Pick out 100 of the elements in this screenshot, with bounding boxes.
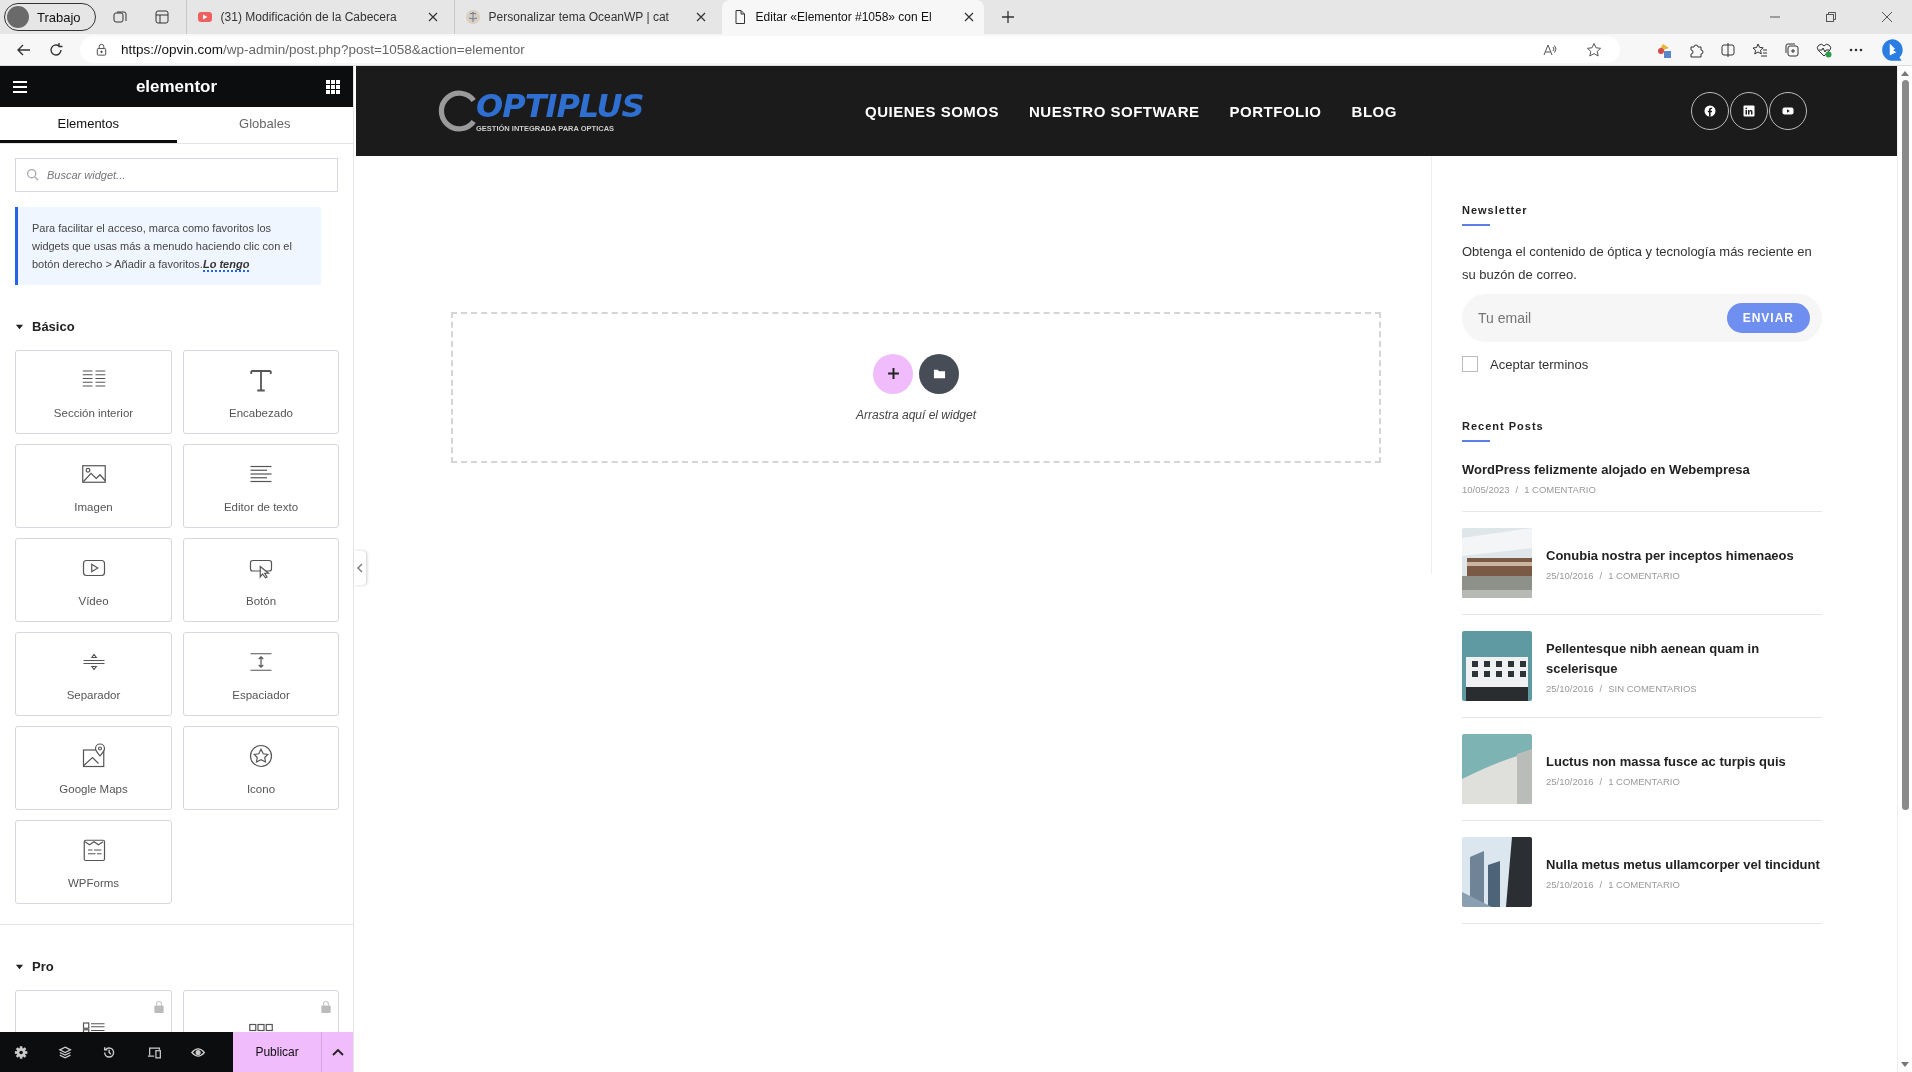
widget-card[interactable]: Separador xyxy=(15,632,172,716)
reload-icon[interactable] xyxy=(48,41,64,58)
widget-card[interactable]: Google Maps xyxy=(15,726,172,810)
avatar-icon xyxy=(7,6,29,28)
post-title-link[interactable]: Conubia nostra per inceptos himenaeos xyxy=(1546,545,1822,566)
post-date: 25/10/2016 xyxy=(1546,878,1594,890)
post-title-link[interactable]: Luctus non massa fusce ac turpis quis xyxy=(1546,751,1822,772)
logo-text: OPTIPLUS xyxy=(476,89,644,122)
close-icon[interactable] xyxy=(963,12,974,22)
brand-logo: elementor xyxy=(135,76,218,97)
meta-separator: / xyxy=(1599,682,1603,694)
post-date: 25/10/2016 xyxy=(1546,682,1594,694)
meta-separator: / xyxy=(1599,878,1603,890)
widget-label: Editor de texto xyxy=(223,501,299,513)
publish-button[interactable]: Publicar xyxy=(233,1032,322,1072)
chevron-left-icon xyxy=(357,563,363,573)
dismiss-link[interactable]: Lo tengo xyxy=(202,258,250,272)
widget-label: Google Maps xyxy=(59,783,128,795)
widget-card[interactable]: Icono xyxy=(183,726,339,810)
facebook-icon xyxy=(1704,105,1716,117)
widget-card[interactable]: Botón xyxy=(183,538,339,622)
linkedin-icon xyxy=(1743,105,1755,117)
workspaces-icon[interactable] xyxy=(111,9,128,25)
brain-icon xyxy=(464,9,481,25)
widget-card[interactable]: Encabezado xyxy=(183,350,339,434)
newsletter-text: Obtenga el contenido de óptica y tecnología más reciente en su buzón de correo. xyxy=(1462,243,1813,284)
puzzle-icon[interactable] xyxy=(1688,41,1704,58)
post-date: 25/10/2016 xyxy=(1546,775,1594,787)
widget-card[interactable]: Editor de texto xyxy=(183,444,339,528)
widget-title: Recent Posts xyxy=(1462,420,1545,432)
close-icon[interactable] xyxy=(695,12,706,22)
widget-label: Sección interior xyxy=(53,407,134,419)
meta-separator: / xyxy=(1599,775,1603,787)
widget-card[interactable]: Vídeo xyxy=(15,538,172,622)
widget-card[interactable]: Espaciador xyxy=(183,632,339,716)
scrollbar[interactable] xyxy=(1897,66,1912,1072)
nav-link[interactable]: QUIENES SOMOS xyxy=(865,102,1000,120)
split-screen-icon[interactable] xyxy=(1720,41,1736,58)
history-icon[interactable] xyxy=(102,1044,117,1060)
widget-label: Icono xyxy=(246,783,276,795)
terms-label: Aceptar terminos xyxy=(1490,356,1589,372)
drop-hint: Arrastra aquí el widget xyxy=(855,407,977,422)
search-field[interactable]: Buscar widget... xyxy=(15,158,338,192)
folder-icon xyxy=(932,367,946,380)
post-title-link[interactable]: Pellentesque nibh aenean quam in scelerisque xyxy=(1546,638,1822,679)
apps-grid-icon[interactable] xyxy=(325,78,341,95)
collections-icon[interactable] xyxy=(1784,41,1800,58)
chat-icon[interactable] xyxy=(1880,36,1906,63)
caret-icon xyxy=(15,962,24,971)
nav-link[interactable]: PORTFOLIO xyxy=(1229,102,1322,120)
notice-text: Para facilitar el acceso, marca como favoritos los widgets que usas más a menudo haciendo clic con el botón derecho > Añadir a favoritos.Lo tengo xyxy=(32,221,293,273)
widget-label: WPForms xyxy=(67,877,120,889)
widget-title: Newsletter xyxy=(1462,204,1529,216)
widget-label: Vídeo xyxy=(78,595,109,607)
favorites-icon[interactable] xyxy=(1752,41,1768,58)
post-title-link[interactable]: WordPress felizmente alojado en Webempresa xyxy=(1462,460,1822,480)
menu-icon[interactable] xyxy=(12,78,28,95)
post-title-link[interactable]: Nulla metus metus ullamcorper vel tincidunt xyxy=(1546,854,1822,875)
post-date: 25/10/2016 xyxy=(1546,569,1594,581)
close-window-icon[interactable] xyxy=(1881,11,1893,23)
post-date: 10/05/2023 xyxy=(1462,484,1510,495)
browser-tab[interactable]: Editar «Elementor #1058» con El xyxy=(721,0,984,34)
meta-separator: / xyxy=(1599,569,1603,581)
nav-link[interactable]: BLOG xyxy=(1351,102,1397,120)
terms-checkbox[interactable] xyxy=(1462,356,1478,372)
address-field[interactable]: https://opvin.com/wp-admin/post.php?post=1058&action=elementor xyxy=(80,36,1620,63)
add-section-button[interactable] xyxy=(873,353,913,394)
widget-card[interactable]: Sección interior xyxy=(15,350,172,434)
widget-label: Separador xyxy=(66,689,121,701)
video-icon xyxy=(196,9,213,25)
template-library-button[interactable] xyxy=(919,353,959,394)
youtube-icon xyxy=(1782,105,1794,117)
restore-icon[interactable] xyxy=(1825,11,1837,23)
widget-label: Botón xyxy=(245,595,277,607)
responsive-icon[interactable] xyxy=(146,1044,161,1060)
widget-label: Espaciador xyxy=(232,689,290,701)
widget-label: Imagen xyxy=(74,501,113,513)
health-icon[interactable] xyxy=(1816,41,1832,58)
close-icon[interactable] xyxy=(427,12,438,22)
scroll-up-icon[interactable] xyxy=(1901,70,1909,76)
widget-label: Encabezado xyxy=(229,407,293,419)
category-toggle[interactable]: Pro xyxy=(15,959,338,974)
scroll-down-icon[interactable] xyxy=(1901,1062,1909,1068)
settings-icon[interactable] xyxy=(14,1044,29,1060)
widget-card[interactable]: Imagen xyxy=(15,444,172,528)
meta-separator: / xyxy=(1515,484,1519,495)
category-toggle[interactable]: Básico xyxy=(15,319,338,334)
extension-icon[interactable] xyxy=(1656,41,1672,58)
lock-icon xyxy=(94,42,109,57)
publish-options-button[interactable] xyxy=(321,1032,354,1072)
new-tab-icon[interactable] xyxy=(999,9,1016,25)
star-icon[interactable] xyxy=(1586,41,1602,58)
layers-icon[interactable] xyxy=(58,1044,73,1060)
search-icon xyxy=(26,168,39,181)
caret-icon xyxy=(15,322,24,331)
plus-icon xyxy=(886,367,900,380)
nav-link[interactable]: NUESTRO SOFTWARE xyxy=(1029,102,1200,120)
drop-zone[interactable]: Arrastra aquí el widget xyxy=(451,312,1381,463)
widget-card[interactable]: WPForms xyxy=(15,820,172,904)
tab-actions-icon[interactable] xyxy=(153,9,170,25)
